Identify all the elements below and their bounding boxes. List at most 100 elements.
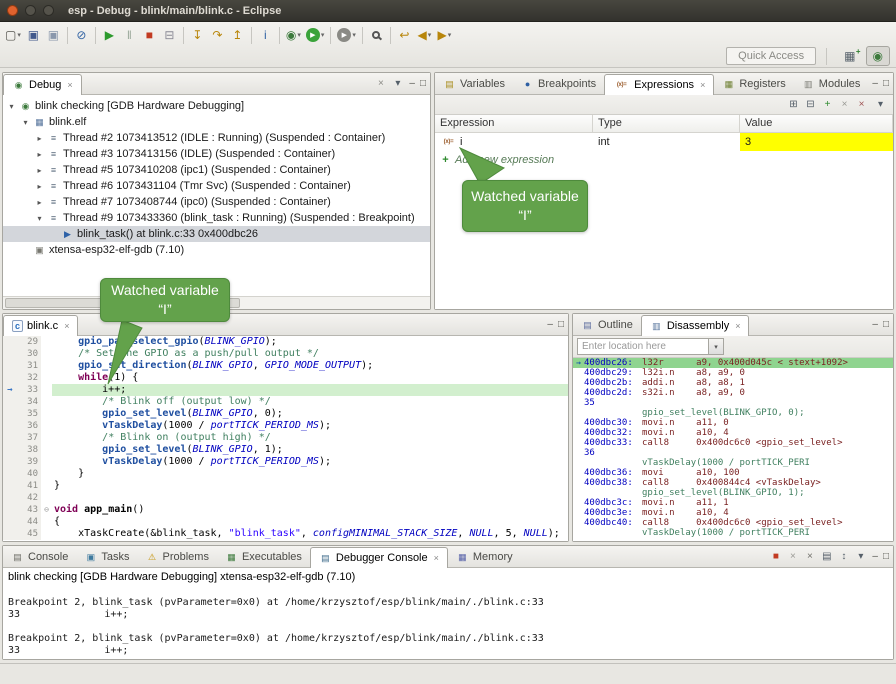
disassembly-line[interactable]: 400dbc30:movi.n a11, 0 xyxy=(573,418,893,428)
disconnect-button[interactable]: ⊟ xyxy=(160,25,179,45)
right-top-tab-expressions[interactable]: (x)=Expressions× xyxy=(604,74,714,95)
disassembly-line[interactable]: 400dbc29:l32i.n a8, a9, 0 xyxy=(573,368,893,378)
minimize-view-button[interactable]: – xyxy=(872,551,878,562)
disassembly-line[interactable]: gpio_set_level(BLINK_GPIO, 1); xyxy=(573,488,893,498)
debug-tree-row[interactable]: ▸≡Thread #7 1073408744 (ipc0) (Suspended… xyxy=(3,194,430,210)
disassembly-line[interactable]: 400dbc40:call8 0x400dc6c0 <gpio_set_leve… xyxy=(573,518,893,528)
code-line[interactable]: 39 vTaskDelay(1000 / portTICK_PERIOD_MS)… xyxy=(3,456,568,468)
disassembly-line[interactable]: →400dbc26:l32r a9, 0x400d045c < stext+10… xyxy=(573,358,893,368)
disassembly-line[interactable]: 400dbc33:call8 0x400dc6c0 <gpio_set_leve… xyxy=(573,438,893,448)
debug-tab-debug[interactable]: ◉Debug× xyxy=(3,74,82,95)
show-type-names-button[interactable]: ⊞ xyxy=(787,99,800,110)
location-dropdown-button[interactable]: ▾ xyxy=(709,338,724,355)
debug-perspective-button[interactable]: ◉ xyxy=(866,46,890,66)
disassembly-line[interactable]: 400dbc32:movi.n a10, 4 xyxy=(573,428,893,438)
console-tab-executables[interactable]: ▦Executables xyxy=(217,546,310,568)
open-perspective-button[interactable]: ▦+ xyxy=(837,46,862,66)
minimize-view-button[interactable]: – xyxy=(547,319,553,330)
right-top-tab-modules[interactable]: ▥Modules xyxy=(794,73,869,95)
close-tab-icon[interactable]: × xyxy=(735,321,740,331)
instruction-stepping-button[interactable]: i xyxy=(256,25,275,45)
debug-tree-row[interactable]: ▾≡Thread #9 1073433360 (blink_task : Run… xyxy=(3,210,430,226)
disassembly-line[interactable]: 400dbc36:movi a10, 100 xyxy=(573,468,893,478)
remove-all-launches-button[interactable]: × xyxy=(803,551,816,562)
disassembly-line[interactable]: 400dbc3c:movi.n a11, 1 xyxy=(573,498,893,508)
minimize-view-button[interactable]: – xyxy=(872,319,878,330)
debug-tree-row[interactable]: ▾▦blink.elf xyxy=(3,114,430,130)
terminate-button[interactable]: ■ xyxy=(140,25,159,45)
fold-toggle-icon[interactable]: ⊖ xyxy=(41,504,52,516)
last-edit-location-button[interactable]: ↩ xyxy=(395,25,414,45)
column-header-type[interactable]: Type xyxy=(593,115,740,132)
code-line[interactable]: 37 /* Blink on (output high) */ xyxy=(3,432,568,444)
disassembly-line[interactable]: gpio_set_level(BLINK_GPIO, 0); xyxy=(573,408,893,418)
code-line[interactable]: 30 /* Set the GPIO as a push/pull output… xyxy=(3,348,568,360)
run-button[interactable]: ▶▾ xyxy=(304,25,327,45)
window-close-button[interactable] xyxy=(7,5,18,16)
tree-twisty-icon[interactable]: ▸ xyxy=(35,150,44,159)
right-top-tab-registers[interactable]: ▦Registers xyxy=(714,73,793,95)
debug-tree-row[interactable]: ▸≡Thread #6 1073431104 (Tmr Svc) (Suspen… xyxy=(3,178,430,194)
close-tab-icon[interactable]: × xyxy=(67,80,72,90)
collapse-all-button[interactable]: ⊟ xyxy=(804,99,817,110)
tree-twisty-icon[interactable]: ▸ xyxy=(35,182,44,191)
tree-twisty-icon[interactable]: ▸ xyxy=(35,166,44,175)
window-maximize-button[interactable] xyxy=(43,5,54,16)
code-line[interactable]: 36 vTaskDelay(1000 / portTICK_PERIOD_MS)… xyxy=(3,420,568,432)
minimize-view-button[interactable]: – xyxy=(872,78,878,89)
quick-access-button[interactable]: Quick Access xyxy=(726,47,816,65)
editor-tab-blink-c[interactable]: cblink.c× xyxy=(3,315,78,336)
console-output[interactable]: Breakpoint 2, blink_task (pvParameter=0x… xyxy=(3,585,893,657)
console-tab-console[interactable]: ▤Console xyxy=(3,546,76,568)
debug-tree-row[interactable]: ▶blink_task() at blink.c:33 0x400dbc26 xyxy=(3,226,430,242)
console-tab-problems[interactable]: ⚠Problems xyxy=(137,546,216,568)
console-tab-debugger-console[interactable]: ▤Debugger Console× xyxy=(310,547,448,568)
search-button[interactable] xyxy=(367,25,386,45)
debug-tree-row[interactable]: ▸≡Thread #5 1073410208 (ipc1) (Suspended… xyxy=(3,162,430,178)
close-tab-icon[interactable]: × xyxy=(434,553,439,563)
save-all-button[interactable]: ▣ xyxy=(44,25,63,45)
close-tab-icon[interactable]: × xyxy=(64,321,69,331)
tree-twisty-icon[interactable]: ▸ xyxy=(35,198,44,207)
skip-all-breakpoints-button[interactable]: ⊘ xyxy=(72,25,91,45)
window-minimize-button[interactable] xyxy=(25,5,36,16)
clear-console-button[interactable]: ▤ xyxy=(820,551,833,562)
disassembly-line[interactable]: vTaskDelay(1000 / portTICK_PERI xyxy=(573,458,893,468)
disassembly-line[interactable]: 400dbc2b:addi.n a8, a8, 1 xyxy=(573,378,893,388)
suspend-button[interactable]: ‖ xyxy=(120,25,139,45)
debug-tree-row[interactable]: ▸≡Thread #3 1073413156 (IDLE) (Suspended… xyxy=(3,146,430,162)
disassembly-line[interactable]: vTaskDelay(1000 / portTICK_PERI xyxy=(573,528,893,538)
external-tools-button[interactable]: ▶▾ xyxy=(335,25,358,45)
minimize-view-button[interactable]: – xyxy=(409,78,415,89)
disassembly-line[interactable]: 36 xyxy=(573,448,893,458)
step-return-button[interactable]: ↥ xyxy=(228,25,247,45)
tree-twisty-icon[interactable]: ▾ xyxy=(7,102,16,111)
code-line[interactable]: 43⊖void app_main() xyxy=(3,504,568,516)
debug-tree-row[interactable]: ▸≡Thread #2 1073413512 (IDLE : Running) … xyxy=(3,130,430,146)
console-tab-tasks[interactable]: ▣Tasks xyxy=(76,546,137,568)
tree-twisty-icon[interactable]: ▾ xyxy=(21,118,30,127)
code-line[interactable]: 40 } xyxy=(3,468,568,480)
remove-expression-button[interactable]: × xyxy=(838,99,851,110)
right-mid-tab-disassembly[interactable]: ▥Disassembly× xyxy=(641,315,750,336)
console-tab-memory[interactable]: ▦Memory xyxy=(448,546,521,568)
step-over-button[interactable]: ↷ xyxy=(208,25,227,45)
code-line[interactable]: →33 i++; xyxy=(3,384,568,396)
maximize-view-button[interactable]: □ xyxy=(420,78,426,89)
right-mid-tab-outline[interactable]: ▤Outline xyxy=(573,314,641,336)
location-input[interactable] xyxy=(577,338,709,355)
maximize-view-button[interactable]: □ xyxy=(883,78,889,89)
scroll-lock-button[interactable]: ↕ xyxy=(837,551,850,562)
resume-button[interactable]: ▶ xyxy=(100,25,119,45)
tree-twisty-icon[interactable]: ▸ xyxy=(35,134,44,143)
debug-view-menu-button[interactable]: ▾ xyxy=(391,78,404,89)
new-wizard-button[interactable]: ▢▾ xyxy=(3,25,23,45)
code-line[interactable]: 32 while(1) { xyxy=(3,372,568,384)
code-line[interactable]: 29 gpio_pad_select_gpio(BLINK_GPIO); xyxy=(3,336,568,348)
code-line[interactable]: 38 gpio_set_level(BLINK_GPIO, 1); xyxy=(3,444,568,456)
step-into-button[interactable]: ↧ xyxy=(188,25,207,45)
right-top-tab-breakpoints[interactable]: ●Breakpoints xyxy=(513,73,604,95)
disassembly-line[interactable]: 400dbc3e:movi.n a10, 4 xyxy=(573,508,893,518)
remove-all-terminated-button[interactable]: × xyxy=(374,78,387,89)
debug-tree-row[interactable]: ▾◉blink checking [GDB Hardware Debugging… xyxy=(3,98,430,114)
